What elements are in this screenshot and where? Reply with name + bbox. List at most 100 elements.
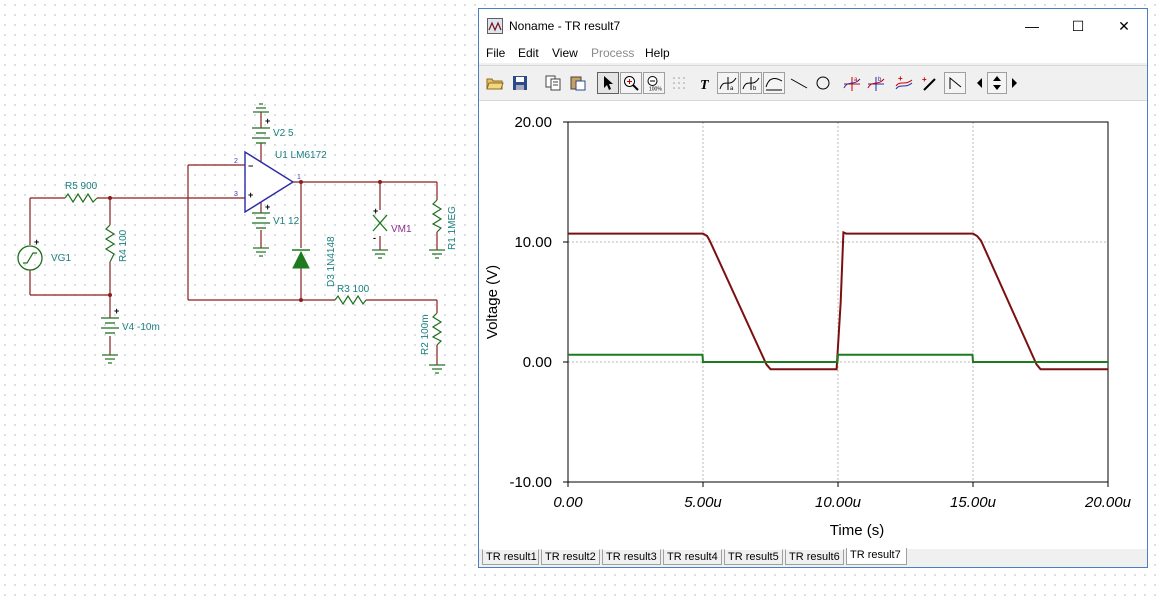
scroll-right-button[interactable] — [1007, 72, 1021, 94]
circle-tool-button[interactable] — [812, 72, 834, 94]
tab-tr-result1[interactable]: TR result1 — [482, 549, 539, 565]
svg-text:a: a — [730, 86, 734, 91]
zoom-in-button[interactable] — [620, 72, 642, 94]
svg-text:b: b — [753, 86, 757, 91]
menu-file[interactable]: File — [486, 46, 505, 60]
x-tick-label: 0.00 — [553, 494, 583, 511]
pin-label: 2 — [234, 158, 238, 165]
arrow-right-icon — [1012, 78, 1017, 88]
ramp-icon — [949, 76, 962, 89]
zoom-100-icon: 100% — [647, 76, 662, 92]
r3-label: R3 100 — [337, 284, 370, 295]
select-arrow-icon — [604, 76, 613, 90]
svg-text:+: + — [898, 75, 903, 83]
d3-label: D3 1N4148 — [326, 236, 337, 287]
window-title: Noname - TR result7 — [509, 19, 621, 33]
result-tabs: TR result1 TR result2 TR result3 TR result4… — [479, 548, 1147, 567]
v1-label: V1 12 — [273, 216, 300, 227]
app-icon — [487, 18, 503, 34]
curve-button[interactable] — [763, 72, 785, 94]
close-button[interactable]: ✕ — [1101, 9, 1147, 43]
paste-icon — [570, 76, 586, 91]
menu-process[interactable]: Process — [591, 46, 634, 60]
svg-text:T: T — [700, 78, 710, 91]
svg-text:+: + — [922, 75, 927, 84]
tab-tr-result3[interactable]: TR result3 — [602, 549, 661, 565]
tab-tr-result6[interactable]: TR result6 — [785, 549, 844, 565]
cursor-b-button[interactable]: b — [740, 72, 762, 94]
arrow-left-icon — [977, 78, 982, 88]
circle-icon — [816, 76, 830, 90]
schematic-canvas[interactable]: + + + + − + 2 3 1 + - R5 900 R4 100 VG1 … — [0, 0, 478, 603]
v1-battery-symbol[interactable] — [252, 212, 270, 229]
minimize-button[interactable]: — — [1009, 9, 1055, 43]
zoom-in-icon — [624, 76, 639, 91]
cursor-cross-a-button[interactable]: a — [841, 72, 863, 94]
v2-battery-symbol[interactable] — [252, 127, 270, 144]
r5-label: R5 900 — [65, 181, 98, 192]
cursor-b-icon: b — [742, 77, 760, 91]
tr-result-window: Noname - TR result7 — ☐ ✕ File Edit View… — [478, 8, 1148, 568]
add-curve-button[interactable]: + — [893, 72, 915, 94]
zoom-100-button[interactable]: 100% — [643, 72, 665, 94]
svg-text:+: + — [34, 237, 39, 247]
copy-button[interactable] — [542, 72, 564, 94]
curve-icon — [765, 78, 783, 91]
text-tool-button[interactable]: T — [694, 72, 716, 94]
r2-resistor-symbol[interactable] — [431, 312, 443, 346]
r5-resistor-symbol[interactable] — [64, 192, 98, 204]
cursor-a-button[interactable]: a — [717, 72, 739, 94]
v4-label: V4 -10m — [122, 322, 160, 333]
select-tool-button[interactable] — [597, 72, 619, 94]
r4-label: R4 100 — [118, 229, 129, 262]
arrow-updown-icon — [993, 76, 1001, 90]
probe-button[interactable]: + — [919, 72, 941, 94]
series-line-2[interactable] — [568, 353, 1108, 363]
maximize-button[interactable]: ☐ — [1055, 9, 1101, 43]
menu-edit[interactable]: Edit — [518, 46, 539, 60]
svg-text:+: + — [373, 206, 378, 216]
d3-diode-symbol[interactable] — [292, 249, 310, 269]
r1-resistor-symbol[interactable] — [431, 199, 443, 233]
add-curve-icon: + — [895, 75, 913, 90]
scroll-updown-button[interactable] — [987, 72, 1007, 94]
x-tick-label: 10.00u — [815, 494, 862, 511]
svg-text:+: + — [114, 306, 119, 316]
svg-text:+: + — [265, 116, 270, 126]
tab-tr-result7[interactable]: TR result7 — [846, 548, 907, 565]
r2-label: R2 100m — [420, 314, 431, 355]
v4-battery-symbol[interactable] — [101, 317, 119, 334]
tab-tr-result5[interactable]: TR result5 — [724, 549, 783, 565]
save-icon — [513, 76, 527, 90]
close-icon: ✕ — [1118, 17, 1130, 34]
scroll-left-button[interactable] — [973, 72, 987, 94]
svg-text:−: − — [248, 161, 253, 171]
paste-button[interactable] — [567, 72, 589, 94]
u1-label: U1 LM6172 — [275, 150, 327, 161]
svg-text:+: + — [248, 190, 253, 200]
cursor-cross-b-button[interactable]: b — [865, 72, 887, 94]
vm1-voltmeter-symbol[interactable] — [372, 214, 388, 232]
open-icon — [486, 78, 504, 90]
line-tool-button[interactable] — [788, 72, 810, 94]
tab-tr-result4[interactable]: TR result4 — [663, 549, 722, 565]
series-line-1[interactable] — [568, 230, 1108, 371]
ramp-button[interactable] — [944, 72, 966, 94]
svg-text:+: + — [265, 202, 270, 212]
y-axis-title: Voltage (V) — [484, 265, 501, 339]
title-bar[interactable]: Noname - TR result7 — ☐ ✕ — [479, 9, 1147, 43]
menu-help[interactable]: Help — [645, 46, 670, 60]
r4-resistor-symbol[interactable] — [104, 224, 116, 263]
line-icon — [790, 78, 808, 89]
pin-label: 1 — [297, 174, 301, 181]
save-button[interactable] — [509, 72, 531, 94]
pin-label: 3 — [234, 191, 238, 198]
maximize-icon: ☐ — [1071, 17, 1085, 34]
transient-plot[interactable]: 0.00 5.00u 10.00u 15.00u 20.00u-10.000.0010.… — [479, 101, 1147, 549]
menu-view[interactable]: View — [552, 46, 578, 60]
svg-text:100%: 100% — [649, 87, 662, 92]
tab-tr-result2[interactable]: TR result2 — [541, 549, 600, 565]
r3-resistor-symbol[interactable] — [334, 294, 367, 306]
grid-button[interactable] — [668, 72, 690, 94]
open-button[interactable] — [484, 72, 506, 94]
